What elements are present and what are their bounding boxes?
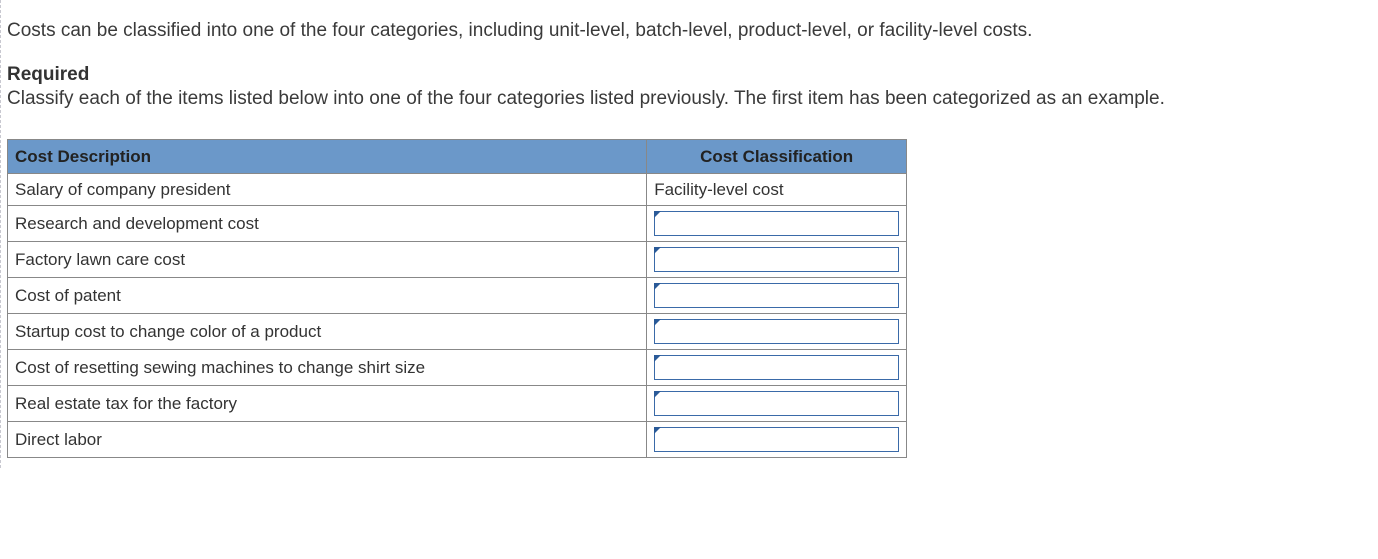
- dropdown-indicator-icon: [654, 391, 661, 398]
- cost-description-cell: Cost of patent: [8, 278, 647, 314]
- dropdown-indicator-icon: [654, 283, 661, 290]
- cost-classification-table: Cost Description Cost Classification Sal…: [7, 139, 907, 458]
- cost-classification-cell: [647, 278, 907, 314]
- dropdown-indicator-icon: [654, 355, 661, 362]
- cost-description-cell: Factory lawn care cost: [8, 242, 647, 278]
- table-row: Research and development cost: [8, 206, 907, 242]
- cost-description-cell: Salary of company president: [8, 174, 647, 206]
- cost-description-cell: Research and development cost: [8, 206, 647, 242]
- table-row: Factory lawn care cost: [8, 242, 907, 278]
- table-row: Real estate tax for the factory: [8, 386, 907, 422]
- dropdown-indicator-icon: [654, 247, 661, 254]
- table-row: Cost of patent: [8, 278, 907, 314]
- classification-dropdown[interactable]: [654, 355, 899, 380]
- dropdown-indicator-icon: [654, 319, 661, 326]
- cost-classification-cell: [647, 350, 907, 386]
- cost-description-cell: Cost of resetting sewing machines to cha…: [8, 350, 647, 386]
- cost-classification-cell: [647, 314, 907, 350]
- classification-dropdown[interactable]: [654, 283, 899, 308]
- cost-description-cell: Startup cost to change color of a produc…: [8, 314, 647, 350]
- dropdown-indicator-icon: [654, 211, 661, 218]
- cost-classification-example: Facility-level cost: [647, 174, 907, 206]
- table-row: Cost of resetting sewing machines to cha…: [8, 350, 907, 386]
- cost-description-cell: Direct labor: [8, 422, 647, 458]
- classification-dropdown[interactable]: [654, 211, 899, 236]
- cost-classification-cell: [647, 242, 907, 278]
- classification-dropdown[interactable]: [654, 247, 899, 272]
- dropdown-indicator-icon: [654, 427, 661, 434]
- cost-classification-cell: [647, 422, 907, 458]
- table-header-classification: Cost Classification: [647, 140, 907, 174]
- table-row: Direct labor: [8, 422, 907, 458]
- table-row: Salary of company presidentFacility-leve…: [8, 174, 907, 206]
- table-row: Startup cost to change color of a produc…: [8, 314, 907, 350]
- classification-dropdown[interactable]: [654, 391, 899, 416]
- cost-description-cell: Real estate tax for the factory: [8, 386, 647, 422]
- intro-text: Costs can be classified into one of the …: [7, 18, 1368, 44]
- classification-dropdown[interactable]: [654, 427, 899, 452]
- required-heading: Required: [7, 64, 1368, 86]
- table-header-description: Cost Description: [8, 140, 647, 174]
- cost-classification-cell: [647, 206, 907, 242]
- required-instructions: Classify each of the items listed below …: [7, 86, 1368, 112]
- cost-classification-cell: [647, 386, 907, 422]
- classification-dropdown[interactable]: [654, 319, 899, 344]
